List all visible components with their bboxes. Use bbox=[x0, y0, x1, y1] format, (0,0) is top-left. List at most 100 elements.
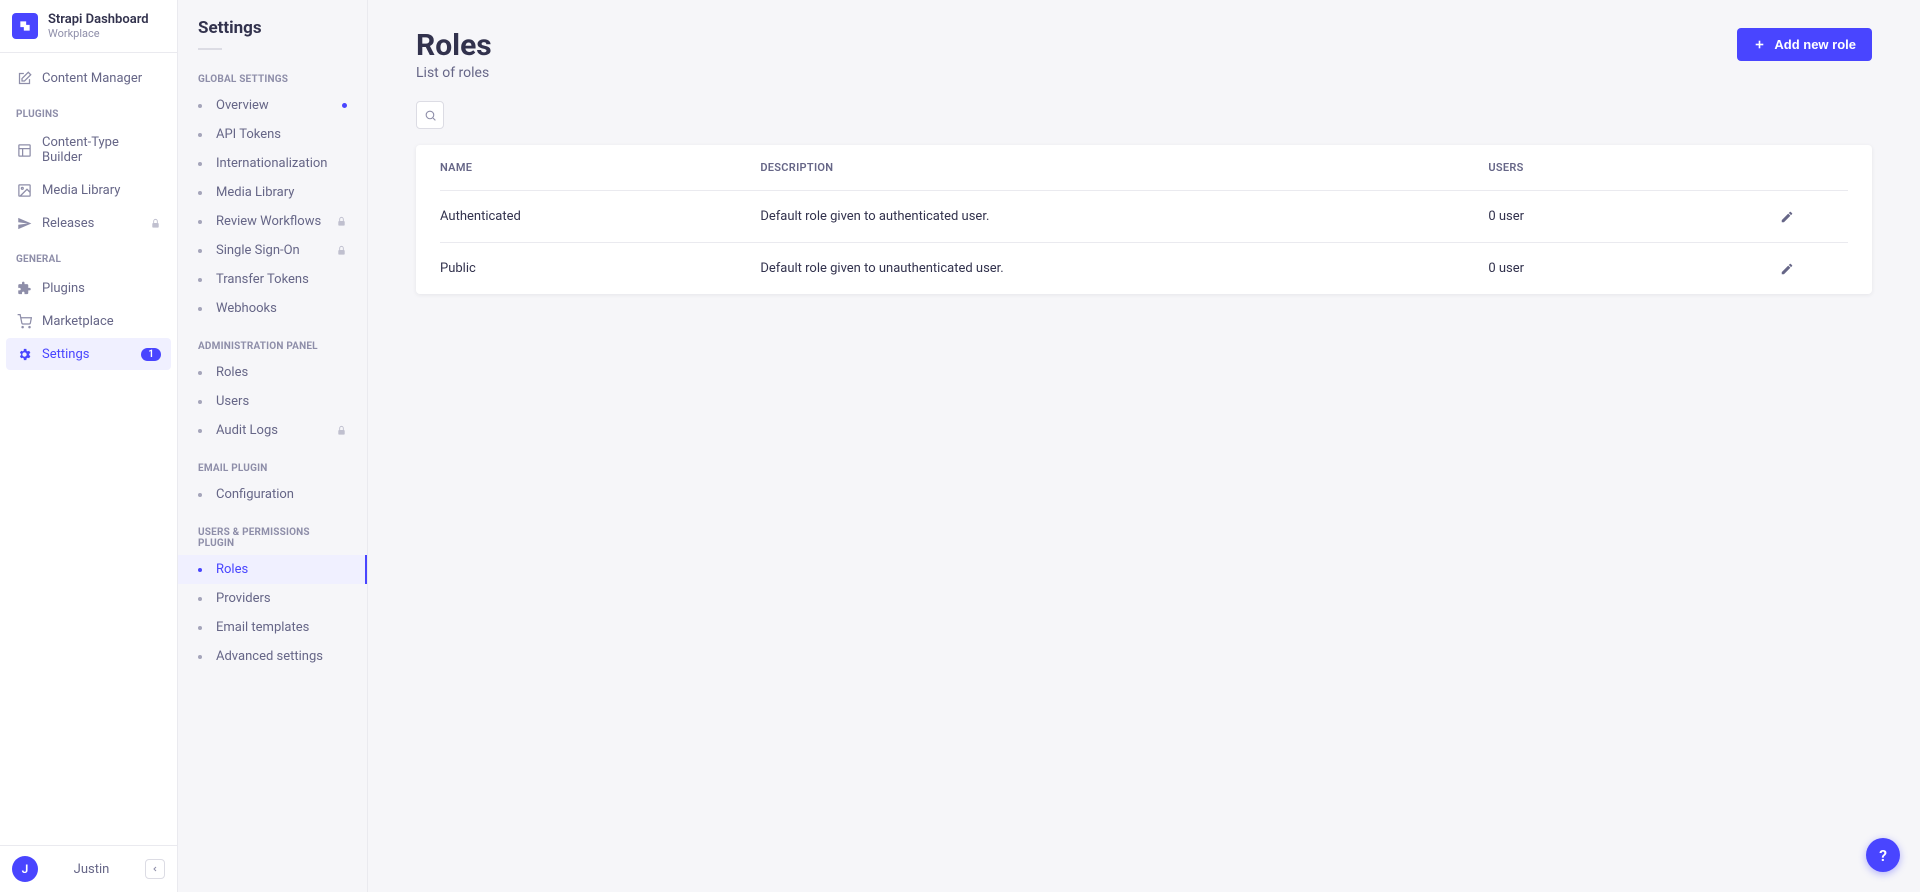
bullet-icon bbox=[198, 278, 202, 282]
user-avatar[interactable]: J bbox=[12, 856, 38, 882]
settings-item-sso[interactable]: Single Sign-On bbox=[178, 236, 367, 265]
nav-content-type-builder[interactable]: Content-Type Builder bbox=[6, 127, 171, 173]
bullet-icon bbox=[198, 655, 202, 659]
add-role-button[interactable]: Add new role bbox=[1737, 28, 1872, 61]
search-icon bbox=[424, 109, 437, 122]
lock-icon bbox=[336, 216, 347, 227]
settings-item-up-providers[interactable]: Providers bbox=[178, 584, 367, 613]
paper-plane-icon bbox=[16, 215, 32, 231]
bullet-icon bbox=[198, 493, 202, 497]
nav-label: Content-Type Builder bbox=[42, 135, 161, 165]
settings-group-global: GLOBAL SETTINGS bbox=[178, 56, 367, 91]
table-row[interactable]: Public Default role given to unauthentic… bbox=[416, 243, 1872, 294]
bullet-icon bbox=[198, 162, 202, 166]
pencil-square-icon bbox=[16, 70, 32, 86]
bullet-icon bbox=[198, 597, 202, 601]
bullet-icon bbox=[198, 104, 202, 108]
nav-marketplace[interactable]: Marketplace bbox=[6, 305, 171, 337]
settings-group-email: EMAIL PLUGIN bbox=[178, 445, 367, 480]
item-label: Providers bbox=[216, 591, 347, 606]
nav-section-general: GENERAL bbox=[6, 240, 171, 271]
cart-icon bbox=[16, 313, 32, 329]
edit-icon[interactable] bbox=[1780, 210, 1848, 224]
cell-name: Public bbox=[416, 243, 736, 294]
notification-dot-icon bbox=[342, 103, 347, 108]
edit-icon[interactable] bbox=[1780, 262, 1848, 276]
user-name: Justin bbox=[48, 862, 135, 877]
item-label: Internationalization bbox=[216, 156, 347, 171]
settings-item-up-advanced[interactable]: Advanced settings bbox=[178, 642, 367, 671]
help-button[interactable]: ? bbox=[1866, 838, 1900, 872]
bullet-icon bbox=[198, 626, 202, 630]
nav-label: Plugins bbox=[42, 281, 161, 296]
item-label: Roles bbox=[216, 365, 347, 380]
settings-item-webhooks[interactable]: Webhooks bbox=[178, 294, 367, 323]
nav-label: Marketplace bbox=[42, 314, 161, 329]
item-label: Webhooks bbox=[216, 301, 347, 316]
nav-label: Settings bbox=[42, 347, 131, 362]
bullet-icon bbox=[198, 220, 202, 224]
title-divider bbox=[198, 48, 222, 50]
settings-item-media-library[interactable]: Media Library bbox=[178, 178, 367, 207]
settings-item-admin-roles[interactable]: Roles bbox=[178, 358, 367, 387]
collapse-sidebar-button[interactable] bbox=[145, 859, 165, 879]
search-button[interactable] bbox=[416, 101, 444, 129]
nav-media-library[interactable]: Media Library bbox=[6, 174, 171, 206]
brand-title: Strapi Dashboard bbox=[48, 12, 149, 27]
settings-item-up-roles[interactable]: Roles bbox=[178, 555, 367, 584]
settings-panel-title: Settings bbox=[178, 18, 367, 48]
item-label: Transfer Tokens bbox=[216, 272, 347, 287]
brand-header[interactable]: Strapi Dashboard Workplace bbox=[0, 0, 177, 53]
lock-icon bbox=[150, 218, 161, 229]
item-label: Roles bbox=[216, 562, 347, 577]
item-label: Single Sign-On bbox=[216, 243, 336, 258]
item-label: Users bbox=[216, 394, 347, 409]
item-label: Review Workflows bbox=[216, 214, 336, 229]
page-title: Roles bbox=[416, 28, 492, 63]
settings-sidebar: Settings GLOBAL SETTINGS Overview API To… bbox=[178, 0, 368, 892]
item-label: Audit Logs bbox=[216, 423, 336, 438]
cell-name: Authenticated bbox=[416, 191, 736, 242]
bullet-icon bbox=[198, 429, 202, 433]
roles-table: NAME DESCRIPTION USERS Authenticated Def… bbox=[416, 145, 1872, 294]
item-label: Configuration bbox=[216, 487, 347, 502]
nav-label: Content Manager bbox=[42, 71, 161, 86]
nav-label: Releases bbox=[42, 216, 140, 231]
col-description: DESCRIPTION bbox=[736, 145, 1464, 190]
settings-group-up: USERS & PERMISSIONS PLUGIN bbox=[178, 509, 367, 555]
settings-item-overview[interactable]: Overview bbox=[178, 91, 367, 120]
settings-item-email-config[interactable]: Configuration bbox=[178, 480, 367, 509]
bullet-icon bbox=[198, 249, 202, 253]
button-label: Add new role bbox=[1774, 37, 1856, 52]
cell-users: 0 user bbox=[1464, 191, 1755, 242]
item-label: Advanced settings bbox=[216, 649, 347, 664]
nav-section-plugins: PLUGINS bbox=[6, 95, 171, 126]
nav-content-manager[interactable]: Content Manager bbox=[6, 62, 171, 94]
nav-plugins[interactable]: Plugins bbox=[6, 272, 171, 304]
settings-item-review-workflows[interactable]: Review Workflows bbox=[178, 207, 367, 236]
bullet-icon bbox=[198, 133, 202, 137]
settings-group-admin: ADMINISTRATION PANEL bbox=[178, 323, 367, 358]
nav-label: Media Library bbox=[42, 183, 161, 198]
item-label: Media Library bbox=[216, 185, 347, 200]
main-sidebar: Strapi Dashboard Workplace Content Manag… bbox=[0, 0, 178, 892]
page-subtitle: List of roles bbox=[416, 65, 492, 81]
settings-item-audit-logs[interactable]: Audit Logs bbox=[178, 416, 367, 445]
col-name: NAME bbox=[416, 145, 736, 190]
bullet-icon bbox=[198, 307, 202, 311]
cell-description: Default role given to authenticated user… bbox=[736, 191, 1464, 242]
table-row[interactable]: Authenticated Default role given to auth… bbox=[416, 191, 1872, 242]
settings-item-admin-users[interactable]: Users bbox=[178, 387, 367, 416]
settings-item-api-tokens[interactable]: API Tokens bbox=[178, 120, 367, 149]
cell-users: 0 user bbox=[1464, 243, 1755, 294]
bullet-icon bbox=[198, 568, 202, 572]
bullet-icon bbox=[198, 371, 202, 375]
brand-subtitle: Workplace bbox=[48, 27, 149, 40]
settings-item-internationalization[interactable]: Internationalization bbox=[178, 149, 367, 178]
nav-settings[interactable]: Settings 1 bbox=[6, 338, 171, 370]
settings-item-up-email-templates[interactable]: Email templates bbox=[178, 613, 367, 642]
settings-item-transfer-tokens[interactable]: Transfer Tokens bbox=[178, 265, 367, 294]
plus-icon bbox=[1753, 38, 1766, 51]
sidebar-footer: J Justin bbox=[0, 845, 177, 892]
nav-releases[interactable]: Releases bbox=[6, 207, 171, 239]
